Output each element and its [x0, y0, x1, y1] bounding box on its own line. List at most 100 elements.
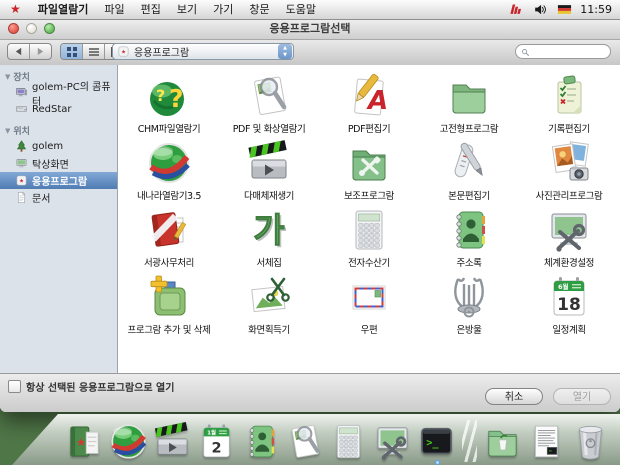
open-button[interactable]: 열기	[553, 388, 611, 405]
dock-readme-document[interactable]	[526, 418, 567, 462]
signal-bars-icon[interactable]	[508, 2, 525, 17]
always-open-checkbox-row[interactable]: 항상 선택된 응용프로그람으로 열기	[8, 379, 174, 394]
list-view-button[interactable]	[83, 44, 105, 59]
disclosure-triangle-icon[interactable]: ▼	[5, 73, 10, 81]
dock-divider	[462, 420, 477, 462]
speaker-icon[interactable]	[532, 2, 549, 17]
signal-bars-icon	[508, 2, 525, 17]
app-item-7[interactable]: 다매체재생기	[219, 136, 319, 203]
system-settings-icon	[372, 421, 413, 462]
app-item-20[interactable]: 6월18일정계획	[519, 270, 619, 337]
dock-naenara-browser[interactable]	[108, 418, 149, 462]
keyboard-flag-icon[interactable]	[556, 2, 573, 17]
app-item-12[interactable]: 가가서체집	[219, 203, 319, 270]
sidebar-item[interactable]: golem-PC의 콤퓨터	[0, 84, 117, 101]
sidebar-item[interactable]: ★응용프로그람	[0, 172, 117, 189]
app-item-5[interactable]: 기록편집기	[519, 69, 619, 136]
dock-terminal[interactable]: >_	[416, 418, 457, 462]
title-bar[interactable]: 응용프로그람선택	[0, 19, 620, 40]
app-item-17[interactable]: 화면획득기	[219, 270, 319, 337]
svg-text:?: ?	[156, 86, 165, 105]
app-item-label: 화면획득기	[248, 322, 290, 336]
app-item-2[interactable]: PDF 및 화상열람기	[219, 69, 319, 136]
dialog-buttons: 취소 열기	[485, 388, 611, 405]
sidebar-item-label: 탁상화면	[32, 156, 69, 171]
sidebar-item[interactable]: 탁상화면	[0, 155, 117, 172]
app-chooser-window: 응용프로그람선택	[0, 19, 620, 412]
checkbox[interactable]	[8, 380, 21, 393]
menu-3[interactable]: 보기	[169, 0, 205, 19]
chm-viewer-icon: ??	[145, 72, 193, 120]
app-item-16[interactable]: 프로그람 추가 및 삭제	[119, 270, 219, 337]
media-player-icon	[152, 421, 193, 462]
svg-text:가: 가	[253, 211, 284, 251]
checkbox-label: 항상 선택된 응용프로그람으로 열기	[26, 379, 174, 394]
app-item-6[interactable]: 내나라열람기3.5	[119, 136, 219, 203]
menu-app[interactable]: 파일열람기	[30, 0, 97, 19]
app-item-8[interactable]: 보조프로그람	[319, 136, 419, 203]
app-item-14[interactable]: 주소록	[419, 203, 519, 270]
app-item-label: 은방울	[456, 322, 481, 336]
dock-system-settings[interactable]	[372, 418, 413, 462]
icon-view-button[interactable]	[61, 44, 83, 59]
app-item-11[interactable]: 서광사무처리	[119, 203, 219, 270]
search-field[interactable]	[515, 44, 611, 59]
menu-6[interactable]: 도움말	[278, 0, 324, 19]
app-item-15[interactable]: 체계환경설정	[519, 203, 619, 270]
sidebar-item-label: 문서	[32, 190, 50, 205]
sidebar-item[interactable]: 문서	[0, 189, 117, 206]
app-item-4[interactable]: 고전형프로그람	[419, 69, 519, 136]
app-item-13[interactable]: 전자수산기	[319, 203, 419, 270]
dock-file-manager[interactable]: ★	[64, 418, 105, 462]
app-item-label: 다매체재생기	[244, 188, 294, 202]
sidebar-item[interactable]: golem	[0, 138, 117, 155]
dock-address-book[interactable]	[240, 418, 281, 462]
menu-2[interactable]: 편집	[133, 0, 169, 19]
dock-media-player[interactable]	[152, 418, 193, 462]
main-pane: ??CHM파일열람기PDF 및 화상열람기APDF편집기고전형프로그람기록편집기…	[118, 65, 620, 374]
svg-text:★: ★	[121, 50, 126, 56]
disclosure-triangle-icon[interactable]: ▼	[5, 127, 10, 135]
window-content: ▼장치golem-PC의 콤퓨터RedStar ▼위치 golem 탁상화면★응용프로…	[0, 65, 620, 374]
app-item-1[interactable]: ??CHM파일열람기	[119, 69, 219, 136]
location-dropdown[interactable]: ★ 응용프로그람 ▲▼	[112, 43, 294, 60]
app-item-label: CHM파일열람기	[138, 121, 200, 135]
menu-1[interactable]: 파일	[96, 0, 132, 19]
sidebar-group-label[interactable]: ▼위치	[0, 122, 117, 138]
sidebar-group: ▼장치golem-PC의 콤퓨터RedStar	[0, 68, 117, 118]
applications-icon: ★	[117, 45, 130, 58]
app-item-19[interactable]: 은방울	[419, 270, 519, 337]
calendar-icon: 6월18	[545, 273, 593, 321]
app-item-18[interactable]: 우편	[319, 270, 419, 337]
sidebar: ▼장치golem-PC의 콤퓨터RedStar ▼위치 golem 탁상화면★응용프로…	[0, 65, 118, 374]
dock-calendar[interactable]: 1월2	[196, 418, 237, 462]
app-item-label: PDF편집기	[348, 121, 390, 135]
menu-5[interactable]: 창문	[241, 0, 277, 19]
app-item-9[interactable]: 본문편집기	[419, 136, 519, 203]
dock-items: ★ 1월2 >_	[64, 418, 611, 462]
forward-button[interactable]	[30, 44, 51, 59]
sidebar-item-label: golem	[32, 141, 63, 152]
dock-trash[interactable]	[570, 418, 611, 462]
app-item-3[interactable]: APDF편집기	[319, 69, 419, 136]
back-button[interactable]	[8, 44, 30, 59]
app-item-10[interactable]: 사진관리프로그람	[519, 136, 619, 203]
redstar-logo-icon[interactable]: ★	[10, 0, 21, 19]
app-item-label: 일정계획	[552, 322, 585, 336]
search-icon	[521, 48, 530, 57]
naenara-browser-icon	[145, 139, 193, 187]
menu-bar-clock[interactable]: 11:59	[580, 3, 612, 16]
app-item-label: 고전형프로그람	[440, 121, 498, 135]
terminal-icon: >_	[416, 421, 457, 462]
keyboard-flag-icon	[556, 2, 573, 17]
cancel-button[interactable]: 취소	[485, 388, 543, 405]
mail-icon	[345, 273, 393, 321]
dock-calculator[interactable]	[328, 418, 369, 462]
dock-pdf-viewer[interactable]	[284, 418, 325, 462]
dropdown-stepper-icon: ▲▼	[278, 44, 292, 59]
sidebar-group: ▼위치 golem 탁상화면★응용프로그람문서	[0, 122, 117, 206]
dock-public-folder[interactable]	[482, 418, 523, 462]
computer-icon	[15, 86, 28, 99]
menu-4[interactable]: 가기	[205, 0, 241, 19]
back-arrow-icon	[14, 47, 23, 56]
